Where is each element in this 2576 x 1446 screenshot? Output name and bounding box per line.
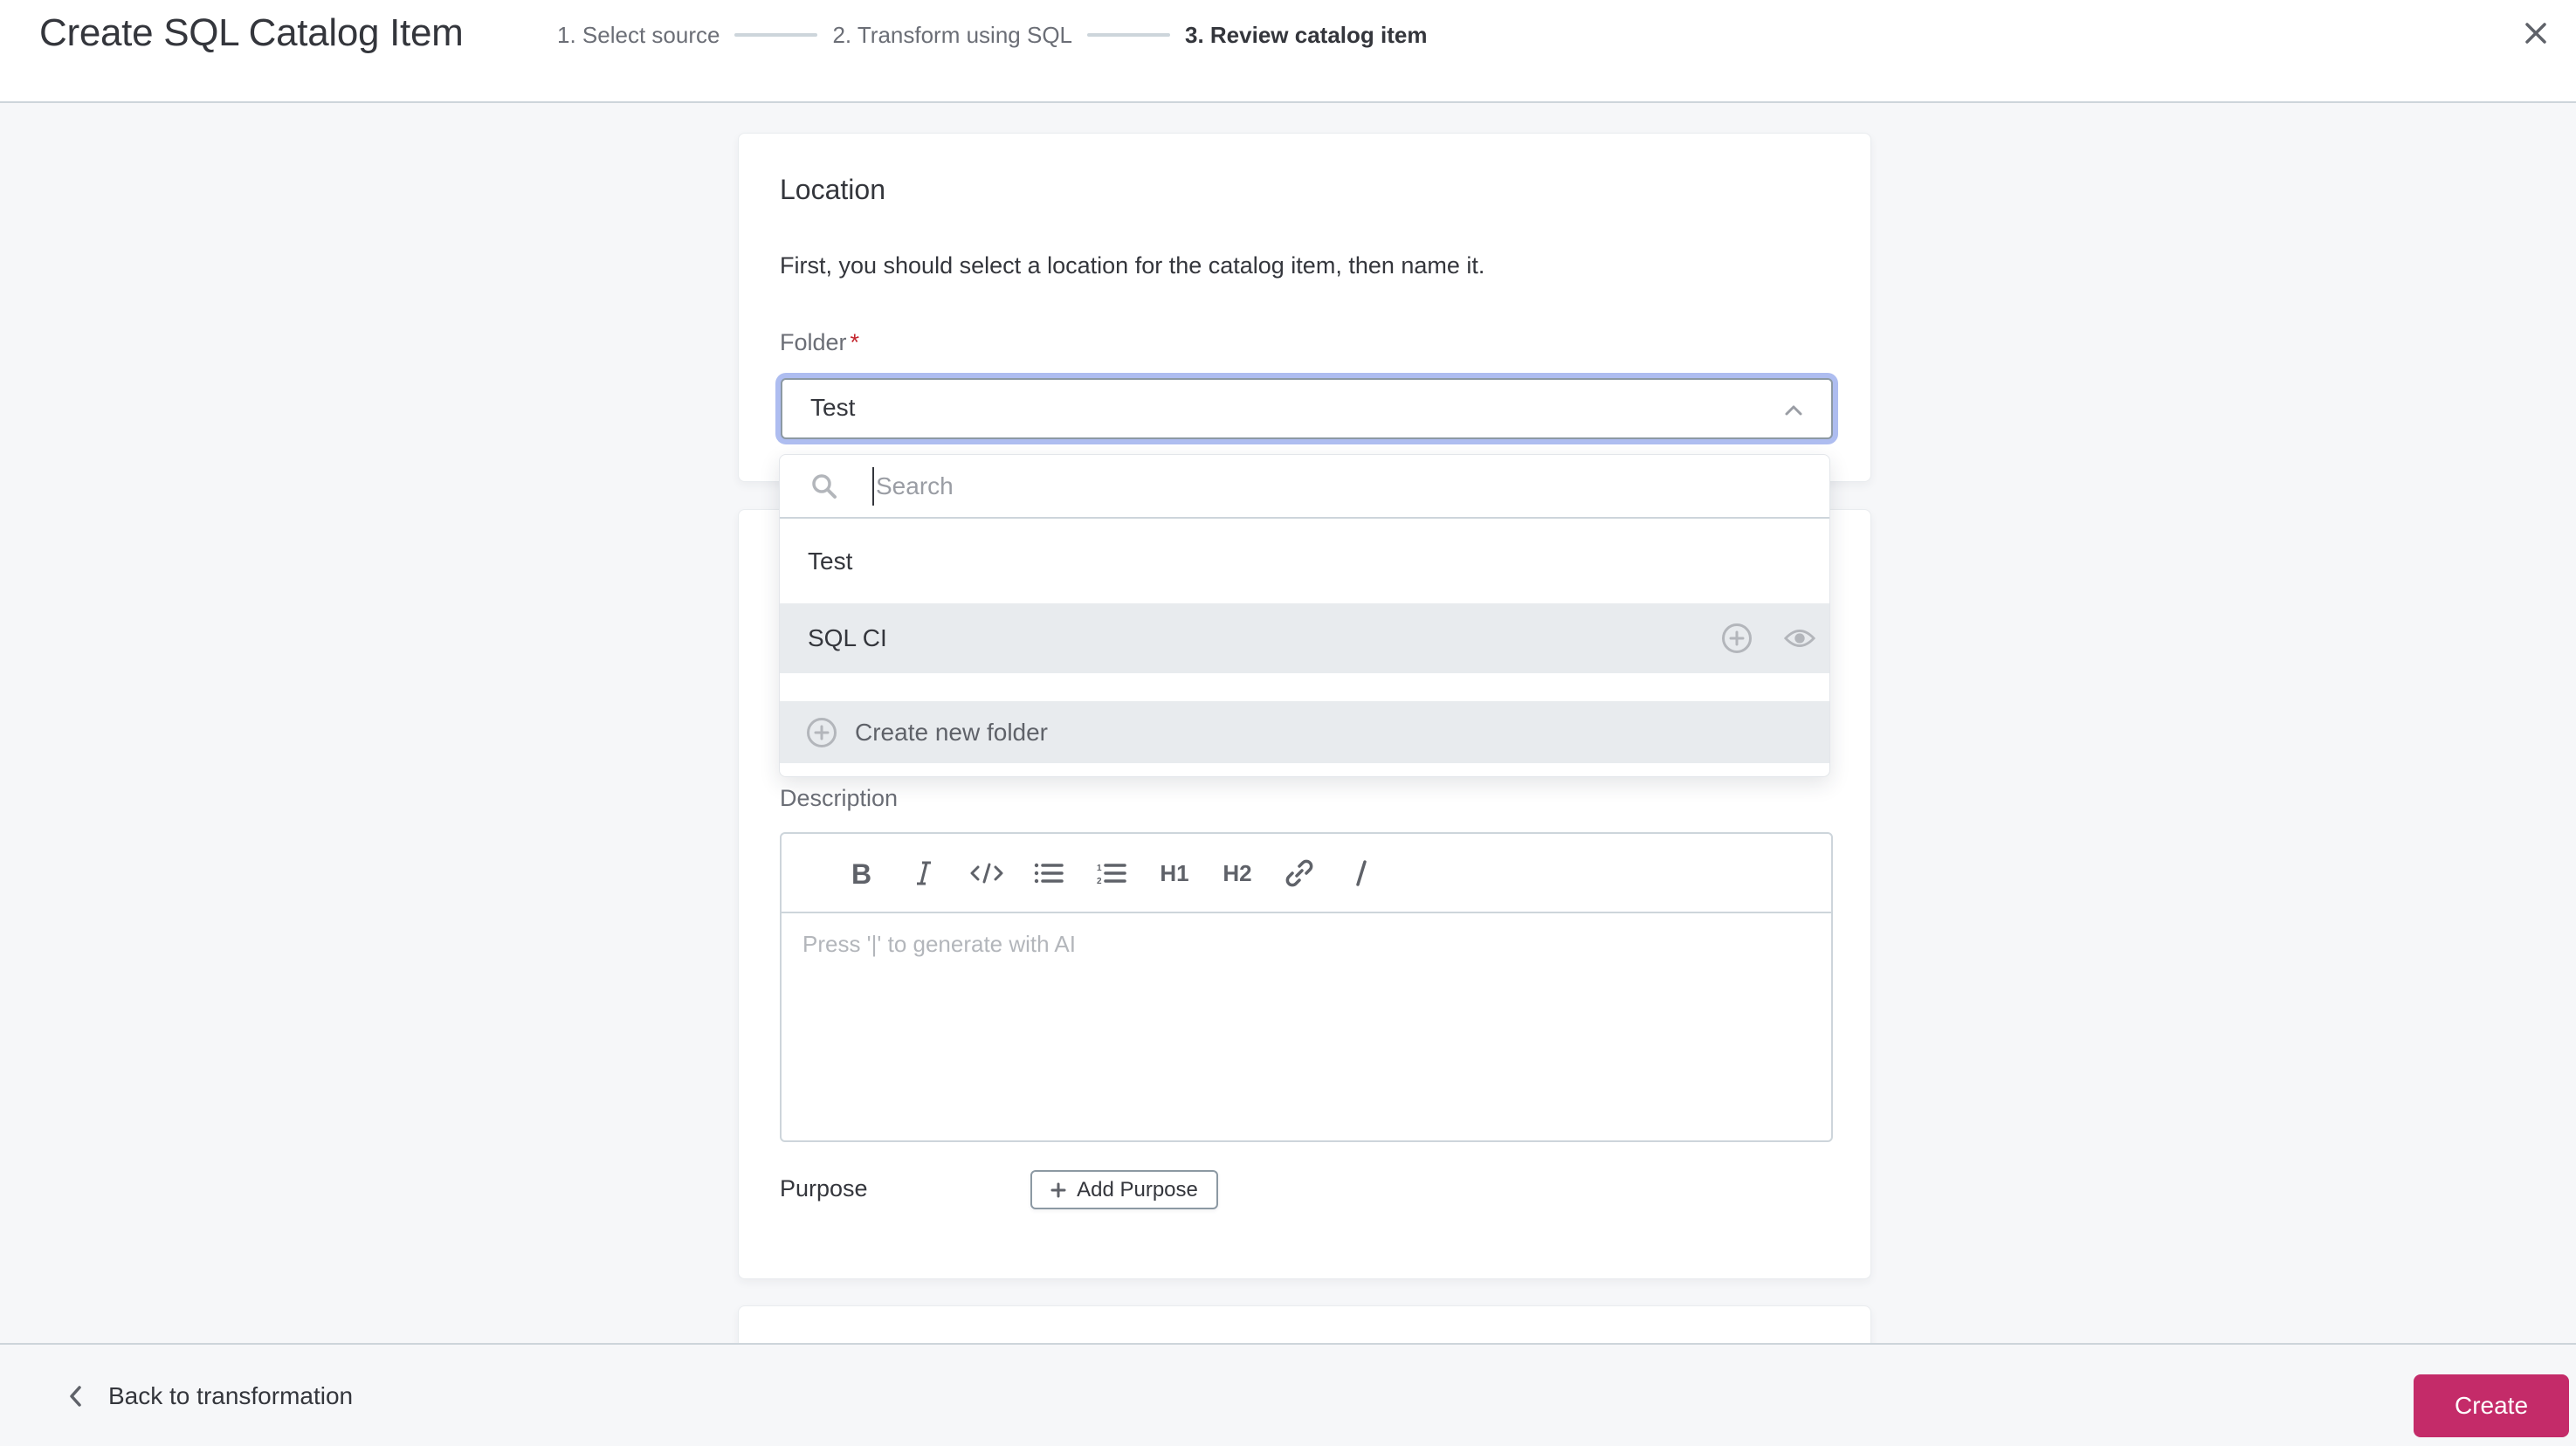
purpose-label: Purpose xyxy=(780,1175,868,1202)
editor-toolbar: B 1 2 H1 H2 xyxy=(782,834,1831,913)
search-icon xyxy=(812,474,837,499)
slash-icon xyxy=(1356,860,1367,886)
folder-select[interactable]: Test xyxy=(781,378,1833,439)
folder-select-value: Test xyxy=(810,394,856,421)
bold-button[interactable]: B xyxy=(842,853,882,893)
folder-option-sql-ci[interactable]: SQL CI xyxy=(780,603,1829,673)
create-button[interactable]: Create xyxy=(2414,1374,2569,1437)
eye-icon xyxy=(1784,630,1815,647)
svg-text:2: 2 xyxy=(1097,877,1102,885)
back-to-transformation-button[interactable]: Back to transformation xyxy=(66,1374,353,1418)
numbered-list-icon: 1 2 xyxy=(1097,864,1126,885)
folder-option-test[interactable]: Test xyxy=(780,520,1829,603)
folder-label: Folder * xyxy=(780,329,859,356)
create-new-folder-button[interactable]: Create new folder xyxy=(780,701,1829,763)
preview-folder-button[interactable] xyxy=(1784,623,1815,654)
heading1-button[interactable]: H1 xyxy=(1154,853,1195,893)
numbered-list-button[interactable]: 1 2 xyxy=(1092,853,1132,893)
italic-button[interactable] xyxy=(904,853,944,893)
add-purpose-button[interactable]: Add Purpose xyxy=(1030,1170,1218,1209)
step-transform-sql: 2. Transform using SQL xyxy=(832,22,1072,48)
link-button[interactable] xyxy=(1279,853,1319,893)
location-card: Location First, you should select a loca… xyxy=(738,133,1871,482)
folder-search-input[interactable] xyxy=(872,467,1798,506)
description-editor: B 1 2 H1 H2 Press '|' to generate with A… xyxy=(780,832,1833,1142)
description-label: Description xyxy=(780,785,899,811)
close-button[interactable] xyxy=(2520,17,2552,49)
required-mark: * xyxy=(850,329,860,355)
page-title: Create SQL Catalog Item xyxy=(39,11,464,54)
italic-icon xyxy=(917,861,931,885)
folder-label-text: Folder xyxy=(780,329,847,355)
chevron-up-icon xyxy=(1785,405,1802,416)
folder-dropdown: Test SQL CI Create new folder xyxy=(779,454,1830,777)
editor-placeholder: Press '|' to generate with AI xyxy=(802,931,1076,957)
ai-slash-button[interactable] xyxy=(1341,853,1381,893)
close-icon xyxy=(2525,23,2546,44)
folder-option-actions xyxy=(1721,623,1815,654)
description-editor-input[interactable]: Press '|' to generate with AI xyxy=(782,915,1831,1140)
add-subfolder-button[interactable] xyxy=(1721,623,1753,654)
stepper: 1. Select source 2. Transform using SQL … xyxy=(557,17,1427,52)
svg-text:1: 1 xyxy=(1097,864,1102,873)
step-connector xyxy=(1087,33,1170,37)
bold-icon: B xyxy=(851,860,871,886)
link-icon xyxy=(1285,859,1313,887)
folder-option-label: Test xyxy=(808,547,853,575)
folder-option-label: SQL CI xyxy=(808,624,887,651)
step-review-catalog-item: 3. Review catalog item xyxy=(1185,22,1428,48)
location-title: Location xyxy=(780,174,885,205)
dropdown-search xyxy=(780,455,1829,519)
step-select-source: 1. Select source xyxy=(557,22,720,48)
plus-circle-icon xyxy=(1722,623,1752,653)
chevron-left-icon xyxy=(70,1386,81,1407)
bullet-list-button[interactable] xyxy=(1029,853,1069,893)
back-label: Back to transformation xyxy=(108,1382,354,1409)
heading2-button[interactable]: H2 xyxy=(1217,853,1257,893)
step-connector xyxy=(734,33,818,37)
svg-text:B: B xyxy=(851,860,871,886)
h1-label: H1 xyxy=(1160,859,1189,886)
location-description: First, you should select a location for … xyxy=(780,252,1485,279)
bullet-list-icon xyxy=(1034,863,1064,884)
plus-icon xyxy=(1050,1182,1066,1197)
plus-circle-icon xyxy=(807,717,837,747)
footer-bar: Back to transformation Create xyxy=(0,1343,2576,1446)
create-new-folder-label: Create new folder xyxy=(855,718,1049,746)
h2-label: H2 xyxy=(1223,859,1252,886)
add-purpose-label: Add Purpose xyxy=(1077,1177,1198,1202)
page-header: Create SQL Catalog Item 1. Select source… xyxy=(0,0,2576,103)
code-button[interactable] xyxy=(967,853,1007,893)
code-icon xyxy=(970,863,1003,884)
